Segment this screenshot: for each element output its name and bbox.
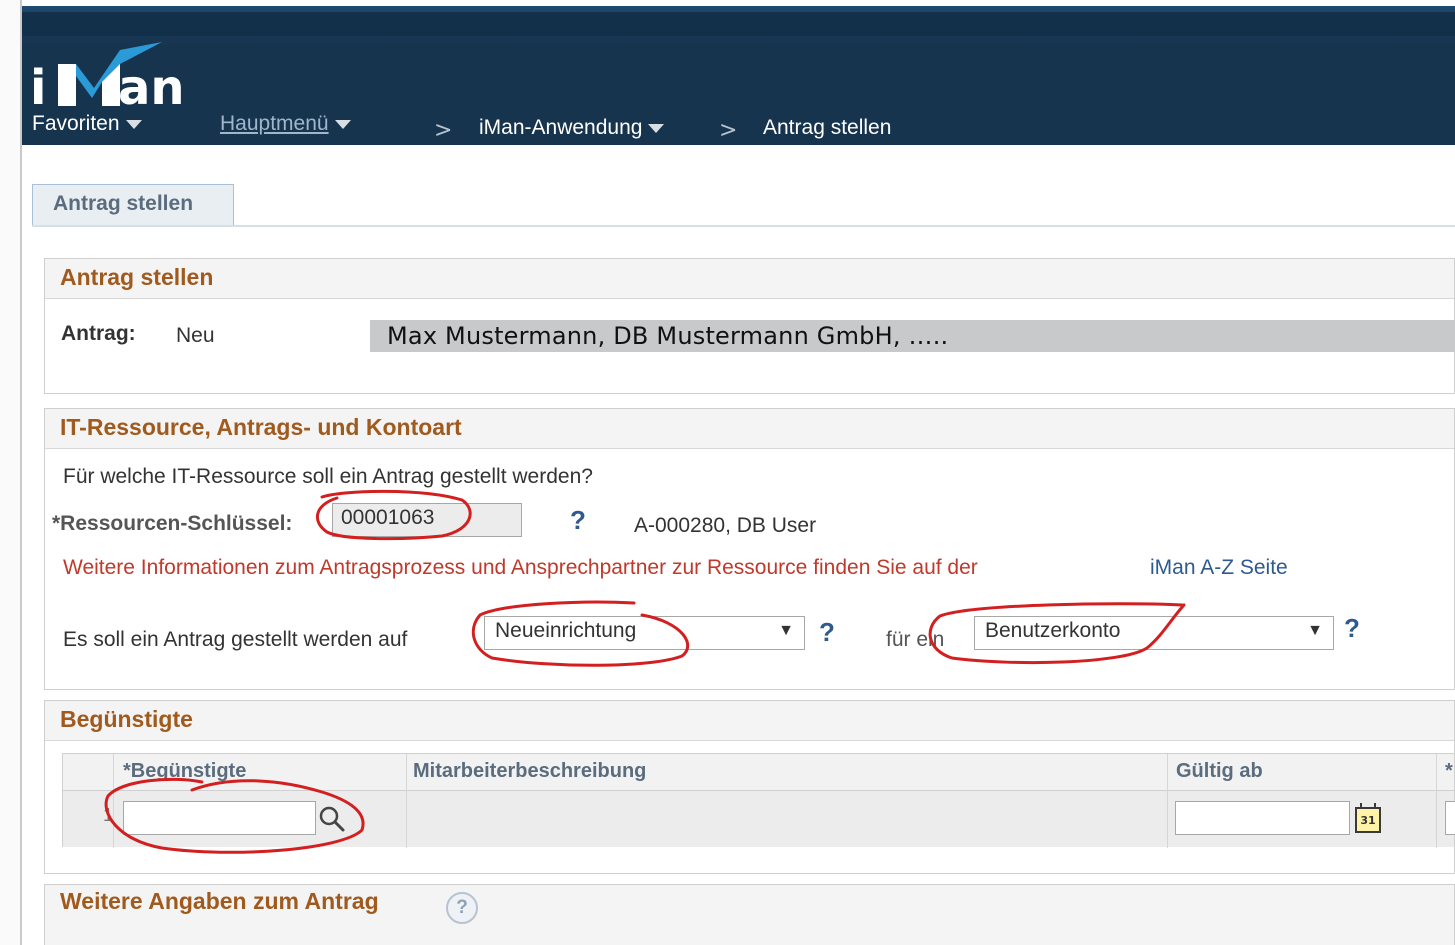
question-circle-icon[interactable]: ? [446,892,478,924]
applicant-banner: Max Mustermann, DB Mustermann GmbH, ….. [370,320,1455,352]
tab-antrag-stellen[interactable]: Antrag stellen [32,184,234,226]
account-help-icon[interactable]: ? [1344,613,1360,644]
col-divider [113,754,114,848]
applicant-text: Max Mustermann, DB Mustermann GmbH, ….. [387,322,949,350]
request-label: Es soll ein Antrag gestellt werden auf [63,628,408,651]
tab-underline [32,225,1455,227]
col-divider [1436,754,1437,848]
section-title: Begünstigte [45,701,1454,741]
section-weitere-angaben: Weitere Angaben zum Antrag [44,884,1455,945]
request-help-icon[interactable]: ? [819,617,835,648]
page: i an Favoriten Hauptmenü > iMan-Anwendun… [22,0,1455,945]
breadcrumb-separator: > [719,118,738,143]
logo-an: an [118,60,185,116]
calendar-icon[interactable]: 31 [1355,803,1381,833]
chevron-down-icon [334,119,351,129]
resource-help-icon[interactable]: ? [570,505,586,536]
grid-header: *Begünstigte Mitarbeiterbeschreibung Gül… [63,754,1454,791]
row-number: 1 [103,805,114,825]
logo-i: i [30,60,47,116]
gueltig-ab-input[interactable] [1175,801,1350,835]
chevron-down-icon [648,123,665,133]
resource-key-field[interactable]: 00001063 [332,503,522,537]
top-header: i an Favoriten Hauptmenü > iMan-Anwendun… [22,0,1455,145]
col-header-mitarbeiter: Mitarbeiterbeschreibung [413,760,647,782]
search-icon[interactable] [318,805,346,833]
col-header-required: * [1445,760,1453,782]
dropdown-arrow-icon: ▼ [1307,622,1323,639]
required-column-input[interactable] [1445,801,1455,835]
nav-hauptmenu[interactable]: Hauptmenü [220,112,351,136]
col-header-gueltig-ab: Gültig ab [1176,760,1263,782]
nav-favoriten-label: Favoriten [32,112,120,135]
iman-az-link[interactable]: iMan A-Z Seite [1150,556,1288,580]
info-text: Weitere Informationen zum Antragsprozess… [63,556,978,579]
account-type-select[interactable]: Benutzerkonto ▼ [974,616,1334,650]
header-strip [22,12,1455,36]
col-divider [406,754,407,848]
request-type-value: Neueinrichtung [495,619,637,642]
resource-key-label: *Ressourcen-Schlüssel: [52,512,293,535]
col-divider [1167,754,1168,848]
chevron-down-icon [125,119,142,129]
breadcrumb-current: Antrag stellen [763,116,892,139]
antrag-value: Neu [176,324,215,347]
breadcrumb-separator: > [434,118,453,143]
request-type-select[interactable]: Neueinrichtung ▼ [484,616,805,650]
nav-hauptmenu-label: Hauptmenü [220,112,329,135]
section-title: Antrag stellen [45,259,1454,299]
section-title: Weitere Angaben zum Antrag [45,885,1454,945]
nav-favoriten[interactable]: Favoriten [32,112,142,136]
beguenstigte-input[interactable] [123,801,316,835]
for-label: für ein [886,628,945,651]
nav-anwendung-label: iMan-Anwendung [479,116,643,139]
resource-question: Für welche IT-Ressource soll ein Antrag … [63,465,593,488]
nav-iman-anwendung[interactable]: iMan-Anwendung [479,116,665,140]
resource-description: A-000280, DB User [634,514,817,537]
antrag-label: Antrag: [61,322,136,345]
col-header-beguenstigte: *Begünstigte [123,760,247,782]
iman-logo: i an [30,42,205,116]
account-type-value: Benutzerkonto [985,619,1121,642]
window-left-edge [0,0,22,945]
section-title: IT-Ressource, Antrags- und Kontoart [45,409,1454,449]
dropdown-arrow-icon: ▼ [778,622,794,639]
